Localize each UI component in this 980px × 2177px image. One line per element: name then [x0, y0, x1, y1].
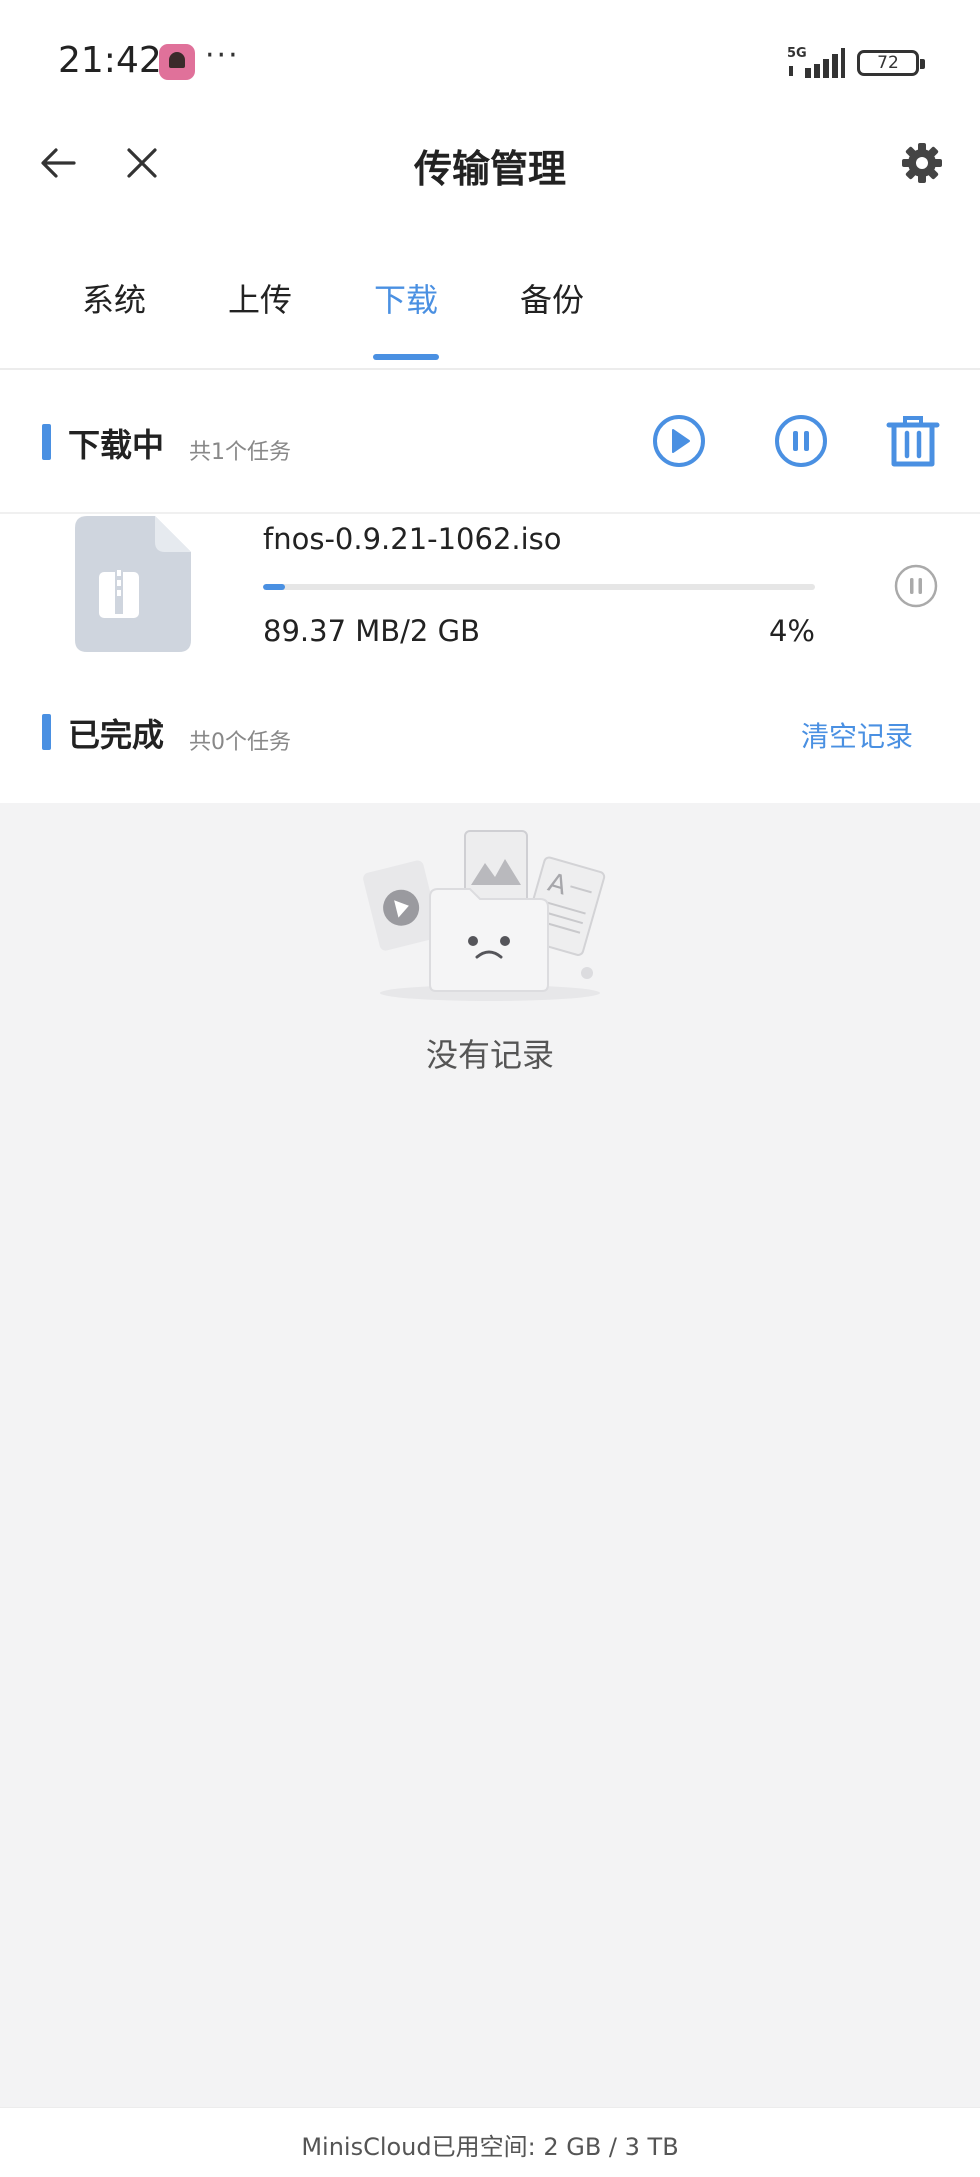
completed-task-count: 共0个任务: [189, 730, 291, 755]
tab-backup[interactable]: 备份: [520, 275, 584, 321]
more-notifications-icon: ···: [205, 38, 240, 73]
clear-records-button[interactable]: 清空记录: [801, 715, 913, 755]
battery-indicator: 72: [857, 50, 925, 76]
content-panel: [0, 0, 980, 803]
status-time: 21:42: [58, 40, 162, 81]
completed-section-title: 已完成: [68, 716, 165, 754]
tab-upload[interactable]: 上传: [228, 275, 292, 321]
pause-item-icon[interactable]: [893, 563, 939, 609]
archive-file-icon: [75, 516, 191, 652]
play-all-icon[interactable]: [651, 413, 707, 469]
section-accent-bar: [42, 424, 51, 460]
storage-usage-text: MinisCloud已用空间: 2 GB / 3 TB: [301, 2133, 679, 2161]
tabs-divider: [0, 368, 980, 370]
trash-icon[interactable]: [885, 413, 941, 469]
tab-system[interactable]: 系统: [82, 275, 146, 321]
active-tab-indicator: [373, 354, 439, 360]
downloading-task-count: 共1个任务: [189, 440, 291, 465]
empty-state-text: 没有记录: [425, 1036, 554, 1074]
section-accent-bar: [42, 714, 51, 750]
file-name: fnos-0.9.21-1062.iso: [263, 522, 562, 556]
pause-all-icon[interactable]: [773, 413, 829, 469]
app-notification-icon: [159, 44, 195, 80]
empty-folder-illustration: A: [363, 830, 606, 1001]
cellular-signal-icon: 5G: [787, 46, 845, 78]
progress-percent: 4%: [768, 614, 815, 648]
network-type-label: 5G: [787, 46, 807, 61]
tab-download[interactable]: 下载: [374, 275, 438, 321]
file-size-progress: 89.37 MB/2 GB: [263, 614, 480, 648]
downloading-section-title: 下载中: [68, 426, 165, 464]
section-divider: [0, 512, 980, 514]
page-title: 传输管理: [413, 147, 566, 191]
download-progress-fill: [263, 584, 286, 590]
gear-icon[interactable]: [900, 141, 944, 185]
download-progress-bar: [263, 584, 815, 590]
